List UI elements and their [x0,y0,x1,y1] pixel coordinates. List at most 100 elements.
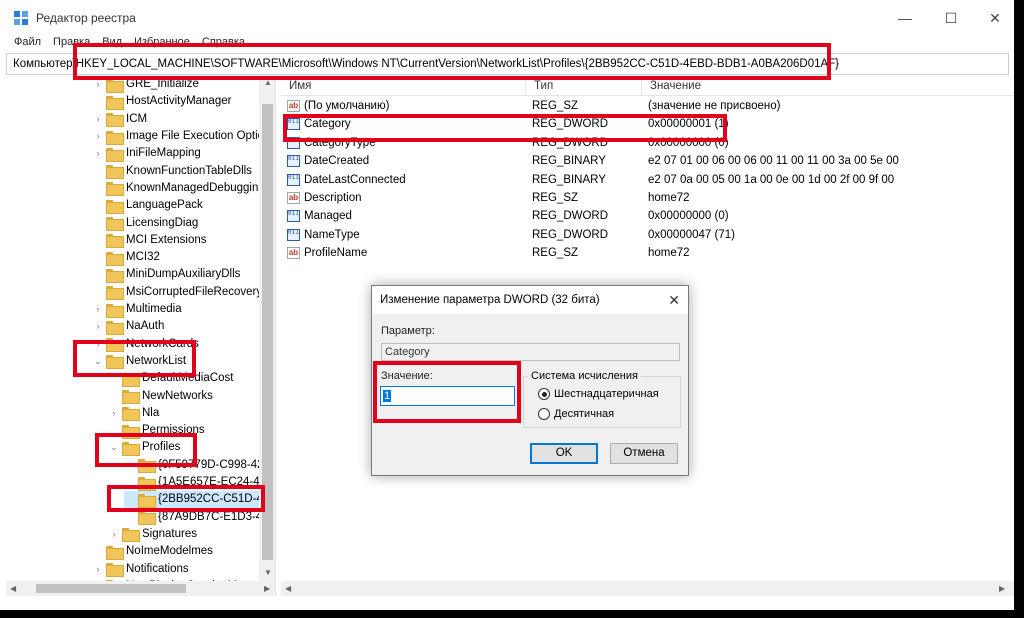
tree-item[interactable]: {2BB952CC-C51D-4E [124,491,271,509]
value-row[interactable]: 0110 DateLastConnected REG_BINARY e2 07 0a … [281,171,1014,189]
registry-editor-icon [14,11,28,25]
tree-item[interactable]: › ICM [92,111,147,128]
value-row[interactable]: 0110 DateCreated REG_BINARY e2 07 01 00 06 … [281,152,1014,170]
value-row[interactable]: 0110 Category REG_DWORD 0x00000001 (1) [281,115,1014,133]
folder-icon [122,407,140,422]
chevron-right-icon[interactable]: › [92,111,104,128]
value-type: REG_DWORD [532,228,609,241]
value-row[interactable]: ab Description REG_SZ home72 [281,189,1014,207]
chevron-right-icon[interactable]: › [92,301,104,318]
chevron-right-icon[interactable]: › [108,405,120,422]
value-name: Description [304,192,362,204]
ok-button[interactable]: OK [530,443,598,464]
column-header-data[interactable]: Значение [642,76,1014,96]
tree-item-label: {1A5E657E-EC24-41E [158,476,274,489]
string-value-icon: ab [287,192,300,204]
scroll-left-icon[interactable]: ◀ [285,584,291,593]
tree-item[interactable]: NewNetworks [108,387,213,405]
folder-icon [106,199,124,214]
column-header-name[interactable]: Имя [281,76,526,96]
tree-item[interactable]: Permissions [108,422,205,439]
chevron-right-icon[interactable]: › [92,318,104,335]
value-type: REG_DWORD [532,210,609,223]
scroll-up-icon[interactable]: ▲ [264,78,272,87]
tree-item[interactable]: › Nla [108,405,159,422]
chevron-down-icon[interactable]: ⌄ [108,439,120,456]
tree-item[interactable]: HostActivityManager [92,93,231,110]
tree-item[interactable]: {87A9DB7C-E1D3-42 [124,509,269,526]
tree-item[interactable]: {1A5E657E-EC24-41E [124,474,274,491]
tree-item[interactable]: › Notifications [92,560,189,578]
radio-decimal[interactable]: Десятичная [538,408,614,420]
tree-item[interactable]: › NetworkCards [92,336,199,353]
tree-scroll-thumb[interactable] [262,104,273,560]
tree-item[interactable]: › Image File Execution Optio [92,128,264,145]
values-horizontal-scrollbar[interactable]: ◀ ▶ [281,581,1014,596]
value-input[interactable]: 1 [380,386,515,406]
menu-view[interactable]: Вид [102,36,122,52]
chevron-right-icon[interactable]: › [92,336,104,353]
tree-item[interactable]: › IniFileMapping [92,145,201,162]
value-row[interactable]: ab (По умолчанию) REG_SZ (значение не присв… [281,97,1014,115]
value-type: REG_BINARY [532,173,606,186]
dialog-close-icon[interactable]: ✕ [668,286,680,314]
tree-item[interactable]: › Multimedia [92,301,182,318]
menu-favorites[interactable]: Избранное [134,36,190,52]
chevron-down-icon[interactable]: ⌄ [92,353,104,370]
tree-item[interactable]: MCI32 [92,249,160,266]
radio-hexadecimal[interactable]: Шестнадцатеричная [538,388,659,400]
tree-item-label: KnownFunctionTableDlls [126,164,252,177]
chevron-right-icon[interactable]: › [92,128,104,145]
value-row[interactable]: 0110 NameType REG_DWORD 0x00000047 (71) [281,226,1014,244]
address-bar[interactable]: Компьютер\HKEY_LOCAL_MACHINE\SOFTWARE\Mi… [6,53,1009,75]
tree-item[interactable]: MCI Extensions [92,232,207,249]
minimize-button[interactable]: — [882,4,928,32]
tree-item-label: NetworkCards [126,337,199,350]
tree-item[interactable]: ⌄ Profiles [108,439,180,456]
scroll-right-icon[interactable]: ▶ [264,584,270,593]
tree-item[interactable]: {0F59779D-C998-428 [124,457,270,474]
chevron-right-icon[interactable]: › [108,526,120,543]
tree-item[interactable]: NoImeModelmes [92,543,213,560]
value-row[interactable]: 0110 CategoryType REG_DWORD 0x00000000 (0) [281,134,1014,152]
tree-item[interactable]: MsiCorruptedFileRecovery [92,284,262,301]
close-button[interactable]: ✕ [972,4,1014,32]
menu-file[interactable]: Файл [14,36,41,52]
value-row[interactable]: ab ProfileName REG_SZ home72 [281,244,1014,262]
tree-item[interactable]: DefaultMediaCost [108,370,233,387]
tree-item[interactable]: ⌄ NetworkList [92,353,186,370]
scroll-down-icon[interactable]: ▼ [264,568,272,577]
chevron-right-icon[interactable]: › [92,76,104,93]
value-data: 0x00000001 (1) [648,118,729,131]
tree-item[interactable]: › GRE_Initialize [92,76,199,93]
tree-item[interactable]: › NaAuth [92,318,164,335]
folder-icon [106,130,124,145]
folder-icon [106,147,124,162]
value-row[interactable]: 0110 Managed REG_DWORD 0x00000000 (0) [281,207,1014,225]
tree-item[interactable]: KnownManagedDebuggin [92,180,258,197]
scroll-left-icon[interactable]: ◀ [10,584,16,593]
menu-edit[interactable]: Правка [53,36,90,52]
binary-value-icon: 0110 [287,210,300,223]
chevron-right-icon[interactable]: › [92,561,104,578]
radio-hex-label: Шестнадцатеричная [554,388,659,400]
tree-item[interactable]: LanguagePack [92,197,203,214]
maximize-button[interactable]: ☐ [928,4,974,32]
folder-icon [106,165,124,180]
tree-hscroll-thumb[interactable] [36,584,186,593]
scroll-right-icon[interactable]: ▶ [999,584,1005,593]
tree-item[interactable]: › Signatures [108,526,197,543]
tree-vertical-scrollbar[interactable]: ▲ ▼ [259,76,275,581]
tree-item[interactable]: KnownFunctionTableDlls [92,163,252,180]
tree-item[interactable]: LicensingDiag [92,214,198,232]
chevron-right-icon[interactable]: › [92,145,104,162]
tree-horizontal-scrollbar[interactable]: ◀ ▶ [6,581,275,596]
value-name: CategoryType [304,136,376,149]
param-label: Параметр: [381,325,435,337]
column-header-type[interactable]: Тип [526,76,642,96]
menu-help[interactable]: Справка [202,36,245,52]
folder-icon [106,355,124,370]
tree-item[interactable]: MiniDumpAuxiliaryDlls [92,266,240,283]
title-bar: Редактор реестра — ☐ ✕ [0,0,1014,36]
cancel-button[interactable]: Отмена [610,443,678,464]
